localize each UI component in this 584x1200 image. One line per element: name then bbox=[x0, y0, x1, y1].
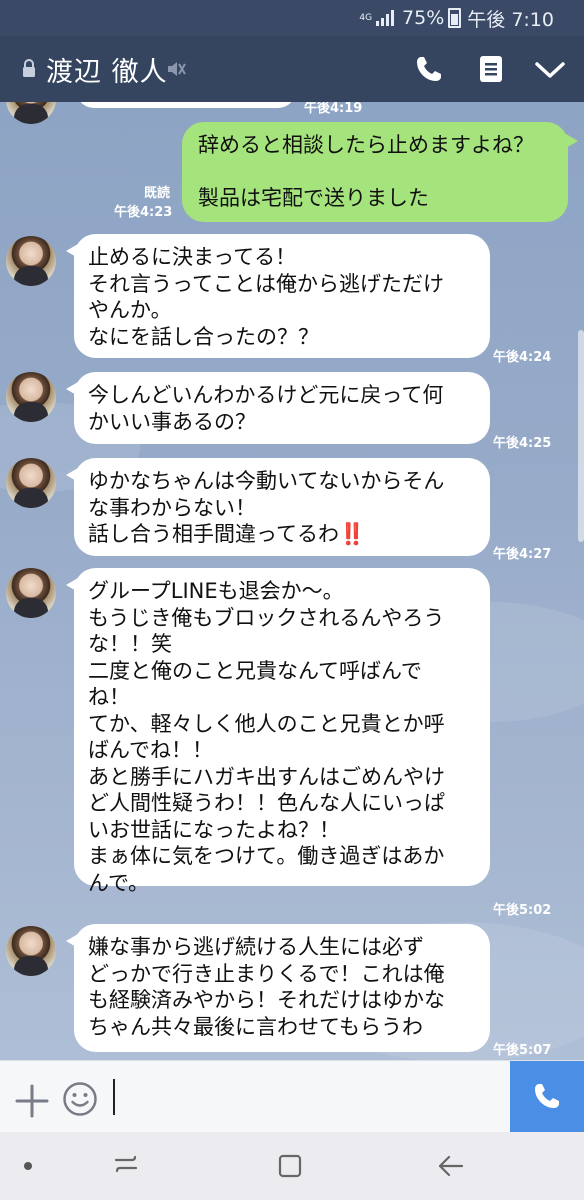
avatar[interactable] bbox=[6, 372, 56, 422]
chat-area[interactable]: 午後4:19 既読 午後4:23 辞めると相談したら止めますよね？ 製品は宅配で… bbox=[0, 102, 584, 1060]
plus-icon[interactable] bbox=[14, 1083, 50, 1119]
emoji-icon[interactable] bbox=[62, 1081, 98, 1117]
message-input-bar bbox=[0, 1060, 584, 1133]
scrollbar[interactable] bbox=[578, 330, 584, 542]
avatar[interactable] bbox=[6, 458, 56, 508]
message-time: 午後5:07 bbox=[493, 1043, 552, 1058]
message-time: 午後4:27 bbox=[493, 547, 552, 562]
message-time: 午後4:23 bbox=[114, 205, 173, 220]
call-button[interactable] bbox=[510, 1061, 584, 1133]
call-icon[interactable] bbox=[414, 54, 444, 84]
message-input-field[interactable] bbox=[113, 1079, 115, 1115]
navigation-bar bbox=[0, 1132, 584, 1200]
received-message-bubble[interactable]: 今しんどいんわかるけど元に戻って何 かいい事あるの？ bbox=[66, 372, 490, 444]
message-time: 午後5:02 bbox=[493, 903, 552, 918]
avatar[interactable] bbox=[6, 926, 56, 976]
battery-percent: 75% bbox=[402, 7, 445, 29]
signal-icon bbox=[376, 10, 396, 26]
network-type: 4G bbox=[359, 12, 373, 23]
received-message-bubble[interactable]: グループLINEも退会か〜。 もうじき俺もブロックされるんやろう な！！笑 二度… bbox=[66, 568, 490, 895]
received-message-bubble[interactable]: 止めるに決まってる！ それ言うってことは俺から逃げただけ やんか。 なにを話し合… bbox=[66, 234, 490, 358]
avatar[interactable] bbox=[6, 102, 56, 124]
battery-icon bbox=[448, 8, 462, 28]
avatar[interactable] bbox=[6, 236, 56, 286]
read-receipt: 既読 bbox=[144, 186, 171, 201]
received-message-bubble[interactable]: ゆかなちゃんは今動いてないからそん な事わからない！ 話し合う相手間違ってるわ‼… bbox=[66, 458, 490, 556]
status-indicators: 4G 75% 午後 7:10 bbox=[359, 6, 554, 31]
chat-title[interactable]: 渡辺 徹人 bbox=[46, 50, 168, 89]
clock: 午後 7:10 bbox=[467, 8, 554, 31]
message-time: 午後4:24 bbox=[493, 350, 552, 365]
phone-icon bbox=[535, 1084, 559, 1108]
recent-apps-icon[interactable] bbox=[112, 1150, 140, 1178]
chevron-down-icon[interactable] bbox=[534, 56, 566, 84]
back-icon[interactable] bbox=[436, 1152, 466, 1180]
avatar[interactable] bbox=[6, 568, 56, 618]
lock-icon bbox=[23, 59, 35, 77]
menu-icon[interactable] bbox=[478, 54, 504, 84]
message-time: 午後4:19 bbox=[304, 102, 363, 116]
message-bubble-partial[interactable] bbox=[76, 102, 296, 108]
home-icon[interactable] bbox=[276, 1152, 304, 1180]
chat-header: 渡辺 徹人 bbox=[0, 36, 584, 102]
sent-message-bubble[interactable]: 辞めると相談したら止めますよね？ 製品は宅配で送りました bbox=[182, 122, 578, 222]
status-bar: 4G 75% 午後 7:10 bbox=[0, 0, 584, 36]
dot-icon[interactable] bbox=[24, 1162, 32, 1170]
message-time: 午後4:25 bbox=[493, 436, 552, 451]
received-message-bubble[interactable]: 嫌な事から逃げ続ける人生には必ず どっかで行き止まりくるで！これは俺 も経験済み… bbox=[66, 924, 490, 1052]
mute-icon bbox=[168, 62, 186, 76]
